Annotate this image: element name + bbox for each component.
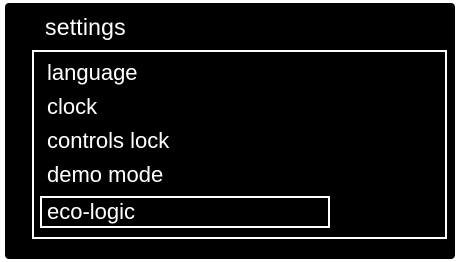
display-screen: settings language clock controls lock de… bbox=[5, 3, 455, 259]
menu-item-language[interactable]: language bbox=[40, 58, 330, 90]
menu-item-clock[interactable]: clock bbox=[40, 92, 330, 124]
menu-item-demo-mode[interactable]: demo mode bbox=[40, 160, 330, 192]
menu-item-controls-lock[interactable]: controls lock bbox=[40, 126, 330, 158]
menu-item-eco-logic[interactable]: eco-logic bbox=[40, 196, 330, 228]
page-title: settings bbox=[45, 14, 126, 40]
